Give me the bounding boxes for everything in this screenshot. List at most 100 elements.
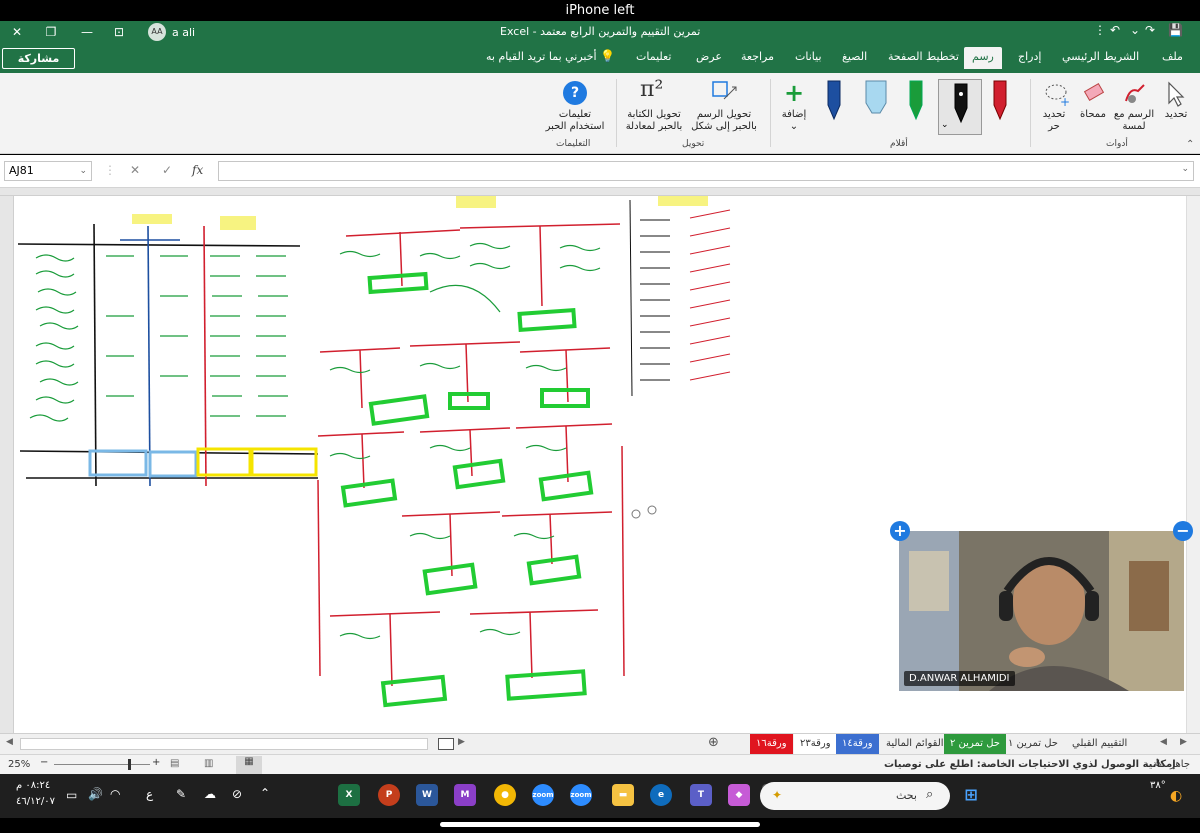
tab-view[interactable]: عرض: [696, 50, 722, 63]
weather-temperature[interactable]: ٣٨°: [1150, 780, 1166, 791]
zoom-out-icon[interactable]: −: [40, 757, 48, 768]
close-window-icon[interactable]: ✕: [6, 23, 28, 41]
pen-menu-icon[interactable]: ✎: [176, 787, 186, 801]
add-pen-button[interactable]: إضافة ⌄: [774, 109, 814, 133]
cancel-entry-icon[interactable]: ✕: [130, 163, 140, 177]
lasso-select-button[interactable]: تحديد حر: [1036, 109, 1072, 133]
powerpoint-app-icon[interactable]: P: [378, 784, 400, 806]
vertical-scrollbar[interactable]: [1186, 196, 1200, 733]
user-account[interactable]: AA a ali: [148, 23, 195, 41]
file-explorer-icon[interactable]: ▬: [612, 784, 634, 806]
tab-page-layout[interactable]: تخطيط الصفحة: [888, 50, 959, 63]
video-expand-button[interactable]: +: [890, 521, 910, 541]
page-break-view-icon[interactable]: ▤: [170, 758, 179, 769]
insert-function-icon[interactable]: fx: [192, 163, 203, 177]
column-headers[interactable]: [0, 188, 1200, 196]
accessibility-status[interactable]: إمكانية الوصول لذوي الاحتياجات الخاصة: ا…: [884, 759, 1176, 770]
clock-time[interactable]: ٠٨:٢٤ م: [16, 780, 50, 791]
tab-review[interactable]: مراجعة: [741, 50, 774, 63]
zoom-level[interactable]: 25%: [8, 759, 30, 770]
scroll-thumb[interactable]: [438, 738, 454, 750]
video-call-overlay[interactable]: D.ANWAR ALHAMIDI: [899, 531, 1184, 691]
ribbon-display-icon[interactable]: ⊡: [108, 23, 130, 41]
volume-icon[interactable]: 🔊: [88, 787, 103, 801]
network-off-icon[interactable]: ⊘: [232, 787, 242, 801]
m365-app-icon[interactable]: M: [454, 784, 476, 806]
tab-help[interactable]: تعليمات: [636, 50, 671, 63]
battery-icon[interactable]: ▭: [66, 788, 77, 802]
name-box-chevron-icon[interactable]: ⌄: [79, 162, 87, 180]
formula-input[interactable]: ⌄: [218, 161, 1194, 181]
ink-help-button[interactable]: تعليمات استخدام الحبر: [540, 109, 610, 133]
zoom-slider[interactable]: [54, 764, 150, 765]
teams-app-icon[interactable]: T: [690, 784, 712, 806]
taskbar-search[interactable]: ✦ بحث ⌕: [760, 782, 950, 810]
light-blue-highlighter-icon[interactable]: [862, 79, 890, 123]
sheet-nav-left-icon[interactable]: ◀: [1160, 737, 1167, 747]
share-button[interactable]: مشاركة: [2, 48, 75, 69]
sheet-tab[interactable]: ورقة٢٣: [794, 734, 837, 754]
tab-data[interactable]: بيانات: [795, 50, 822, 63]
normal-view-icon[interactable]: ▦: [236, 756, 262, 774]
group-separator: [770, 79, 771, 147]
selected-pen-frame[interactable]: ⌄: [938, 79, 982, 135]
tab-home[interactable]: الشريط الرئيسي: [1062, 50, 1139, 63]
sheet-tab[interactable]: حل تمرين ٢: [944, 734, 1006, 754]
input-language[interactable]: ع: [146, 787, 153, 801]
page-layout-view-icon[interactable]: ▥: [204, 758, 213, 769]
red-pen-icon[interactable]: [990, 79, 1010, 123]
redo-icon[interactable]: ↷: [1145, 23, 1155, 37]
sheet-tab[interactable]: حل تمرين ١: [1002, 734, 1064, 754]
customize-qat-icon[interactable]: ⋮: [1094, 23, 1106, 37]
tab-formulas[interactable]: الصيغ: [842, 50, 867, 63]
ink-to-math-button[interactable]: تحويل الكتابة بالحبر لمعادلة: [622, 109, 686, 133]
undo-dropdown-icon[interactable]: ⌄: [1130, 23, 1140, 37]
save-icon[interactable]: 💾: [1168, 23, 1183, 37]
word-app-icon[interactable]: W: [416, 784, 438, 806]
ink-to-shape-button[interactable]: تحويل الرسم بالحبر إلى شكل: [686, 109, 762, 133]
copilot-app-icon[interactable]: ◆: [728, 784, 750, 806]
sheet-nav-right-icon[interactable]: ▶: [1180, 737, 1187, 747]
horizontal-scrollbar[interactable]: [20, 738, 428, 750]
tab-insert[interactable]: إدراج: [1018, 50, 1041, 63]
minimize-window-icon[interactable]: —: [76, 23, 98, 41]
edge-app-icon[interactable]: e: [650, 784, 672, 806]
scroll-left-icon[interactable]: ◀: [6, 737, 13, 747]
blue-pen-icon[interactable]: [824, 79, 844, 123]
select-button[interactable]: تحديد: [1156, 109, 1196, 121]
expand-formula-icon[interactable]: ⌄: [1181, 164, 1189, 174]
start-menu-icon[interactable]: ⊞: [960, 784, 982, 806]
show-hidden-icons[interactable]: ⌃: [260, 786, 270, 800]
undo-icon[interactable]: ↶: [1110, 23, 1120, 37]
draw-with-touch-button[interactable]: الرسم مع لمسة: [1110, 109, 1158, 133]
confirm-entry-icon[interactable]: ✓: [162, 163, 172, 177]
restore-window-icon[interactable]: ❐: [40, 23, 62, 41]
zoom-slider-thumb[interactable]: [128, 759, 131, 770]
collapse-ribbon-icon[interactable]: ⌃: [1186, 139, 1194, 150]
tab-draw[interactable]: رسم: [964, 47, 1002, 69]
home-indicator-pill[interactable]: [440, 822, 760, 827]
ink-help-icon: ?: [563, 81, 587, 105]
tab-file[interactable]: ملف: [1162, 50, 1183, 63]
onedrive-icon[interactable]: ☁: [204, 787, 216, 801]
sheet-tab[interactable]: ورقة١٤: [836, 734, 879, 754]
zoom-workplace-icon[interactable]: zoom: [570, 784, 592, 806]
name-box[interactable]: AJ81 ⌄: [4, 161, 92, 181]
clock-date[interactable]: ٤٦/١٢/٠٧: [16, 796, 55, 807]
zoom-in-icon[interactable]: +: [152, 757, 160, 768]
zoom-app-icon[interactable]: zoom: [532, 784, 554, 806]
green-pen-icon[interactable]: [906, 79, 926, 123]
wifi-icon[interactable]: ◠: [110, 787, 120, 801]
scroll-right-icon[interactable]: ▶: [458, 737, 465, 747]
add-sheet-icon[interactable]: ⊕: [708, 735, 719, 750]
pen-options-chevron-icon[interactable]: ⌄: [941, 120, 949, 130]
tell-me-search[interactable]: أخبرني بما تريد القيام به: [486, 50, 597, 63]
excel-app-icon[interactable]: X: [338, 784, 360, 806]
group-separator: [1030, 79, 1031, 147]
chrome-app-icon[interactable]: ●: [494, 784, 516, 806]
sheet-tab[interactable]: التقييم القبلي: [1066, 734, 1133, 754]
eraser-button[interactable]: ممحاة: [1074, 109, 1112, 121]
sheet-tab[interactable]: ورقة١٦: [750, 734, 793, 754]
video-collapse-button[interactable]: −: [1173, 521, 1193, 541]
sheet-tab[interactable]: القوائم المالية: [880, 734, 950, 754]
